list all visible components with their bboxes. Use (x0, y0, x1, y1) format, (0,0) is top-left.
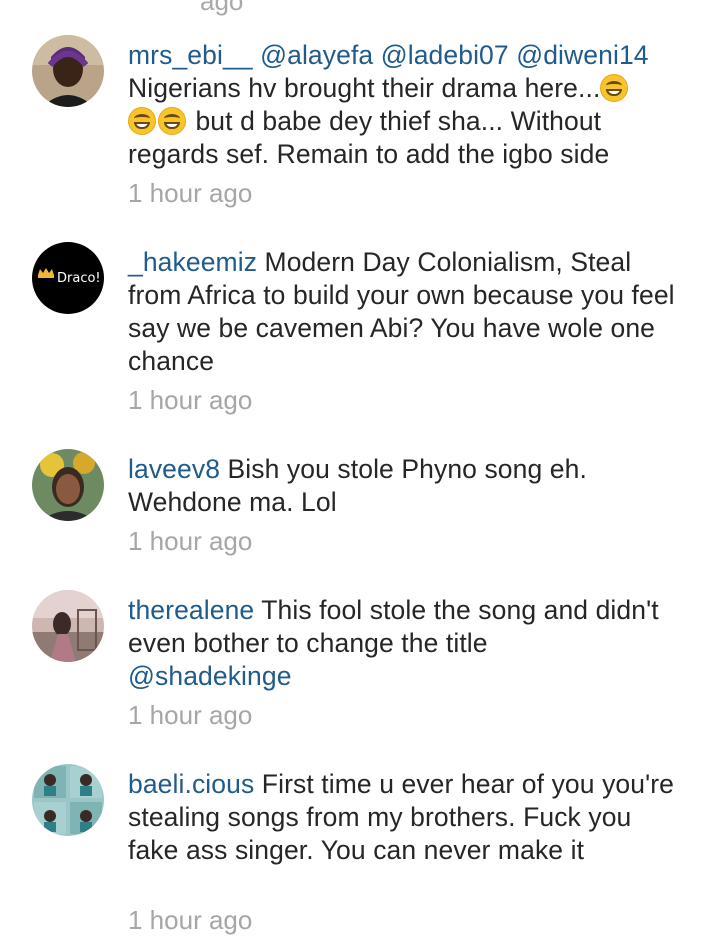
face-with-tears-of-joy-icon (128, 107, 156, 135)
mention-link[interactable]: @diweni14 (516, 40, 648, 70)
mention-link[interactable]: @shadekinge (128, 661, 292, 691)
face-with-tears-of-joy-icon (600, 74, 629, 102)
comment-text: _hakeemiz Modern Day Colonialism, Steal … (128, 246, 688, 378)
comment-username[interactable]: laveev8 (128, 454, 220, 484)
comment-username[interactable]: mrs_ebi__ (128, 40, 253, 70)
comment-text: therealene This fool stole the song and … (128, 594, 688, 693)
comment-timestamp: 1 hour ago (128, 905, 253, 935)
avatar[interactable] (32, 590, 104, 662)
comment-text: laveev8 Bish you stole Phyno song eh. We… (128, 453, 688, 519)
comment-timestamp: 1 hour ago (128, 385, 253, 415)
avatar[interactable] (32, 764, 104, 836)
comment-text-line: Nigerians hv brought their drama here... (128, 73, 601, 103)
comment-username[interactable]: baeli.cious (128, 769, 254, 799)
mention-link[interactable]: @alayefa (260, 40, 373, 70)
avatar[interactable] (32, 449, 104, 521)
mention-link[interactable]: @ladebi07 (381, 40, 509, 70)
avatar-label: Draco! (57, 271, 101, 286)
comment-text: mrs_ebi__ @alayefa @ladebi07 @diweni14 N… (128, 39, 688, 171)
comment-timestamp: 1 hour ago (128, 700, 253, 730)
comment-text-line: regards sef. Remain to add the igbo side (128, 139, 610, 169)
previous-comment-time-partial: ago (200, 0, 244, 16)
comment-text: baeli.cious First time u ever hear of yo… (128, 768, 688, 867)
comment-timestamp: 1 hour ago (128, 526, 253, 556)
comment-timestamp: 1 hour ago (128, 178, 253, 208)
comment-text-line: but d babe dey thief sha... Without (195, 106, 602, 136)
comment-username[interactable]: therealene (128, 595, 254, 625)
avatar[interactable]: Draco! (32, 242, 104, 314)
avatar[interactable] (32, 35, 104, 107)
comment-username[interactable]: _hakeemiz (128, 247, 257, 277)
face-with-tears-of-joy-icon (158, 107, 186, 135)
